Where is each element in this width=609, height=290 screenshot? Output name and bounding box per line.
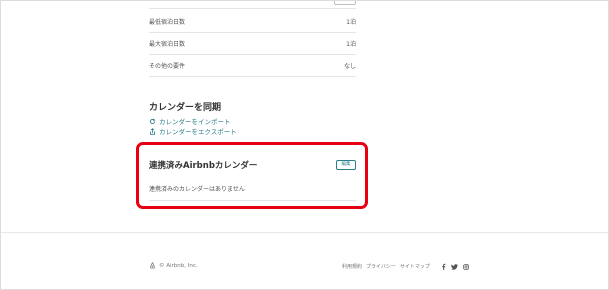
other-requirements-label: その他の要件 bbox=[149, 63, 186, 70]
import-calendar-label: カレンダーをインポート bbox=[159, 118, 231, 126]
max-nights-value: 1泊 bbox=[346, 41, 356, 48]
instagram-icon[interactable] bbox=[463, 263, 469, 270]
highlight-annotation bbox=[136, 142, 368, 209]
privacy-link[interactable]: プライバシー bbox=[366, 263, 396, 270]
import-icon bbox=[149, 118, 156, 124]
min-nights-row: 最低宿泊日数 1泊 bbox=[149, 17, 356, 29]
airbnb-logo-icon bbox=[150, 262, 155, 269]
terms-link[interactable]: 利用規約 bbox=[342, 263, 362, 270]
footer-divider bbox=[1, 232, 608, 233]
divider bbox=[149, 54, 356, 55]
facebook-icon[interactable] bbox=[441, 263, 446, 270]
copyright-text: © Airbnb, Inc. bbox=[159, 262, 198, 269]
export-calendar-link[interactable]: カレンダーをエクスポート bbox=[149, 126, 237, 136]
footer-links: 利用規約 プライバシー サイトマップ bbox=[342, 263, 469, 270]
other-requirements-value: なし bbox=[343, 63, 356, 70]
divider bbox=[149, 8, 356, 9]
partial-row bbox=[149, 1, 356, 6]
min-nights-label: 最低宿泊日数 bbox=[149, 19, 186, 26]
divider bbox=[149, 76, 356, 77]
other-requirements-row: その他の要件 なし bbox=[149, 61, 356, 73]
export-calendar-label: カレンダーをエクスポート bbox=[159, 128, 237, 136]
footer-brand: © Airbnb, Inc. bbox=[149, 262, 198, 269]
divider bbox=[149, 32, 356, 33]
page-frame: 最低宿泊日数 1泊 最大宿泊日数 1泊 その他の要件 なし カレンダーを同期 カ… bbox=[0, 0, 609, 290]
sitemap-link[interactable]: サイトマップ bbox=[400, 263, 430, 270]
export-icon bbox=[149, 127, 156, 135]
partial-row-button[interactable] bbox=[334, 1, 356, 5]
max-nights-row: 最大宿泊日数 1泊 bbox=[149, 39, 356, 51]
sync-calendar-title: カレンダーを同期 bbox=[149, 103, 222, 113]
min-nights-value: 1泊 bbox=[346, 19, 356, 26]
max-nights-label: 最大宿泊日数 bbox=[149, 41, 186, 48]
twitter-icon[interactable] bbox=[450, 263, 458, 270]
import-calendar-link[interactable]: カレンダーをインポート bbox=[149, 116, 231, 126]
social-links bbox=[436, 263, 469, 270]
